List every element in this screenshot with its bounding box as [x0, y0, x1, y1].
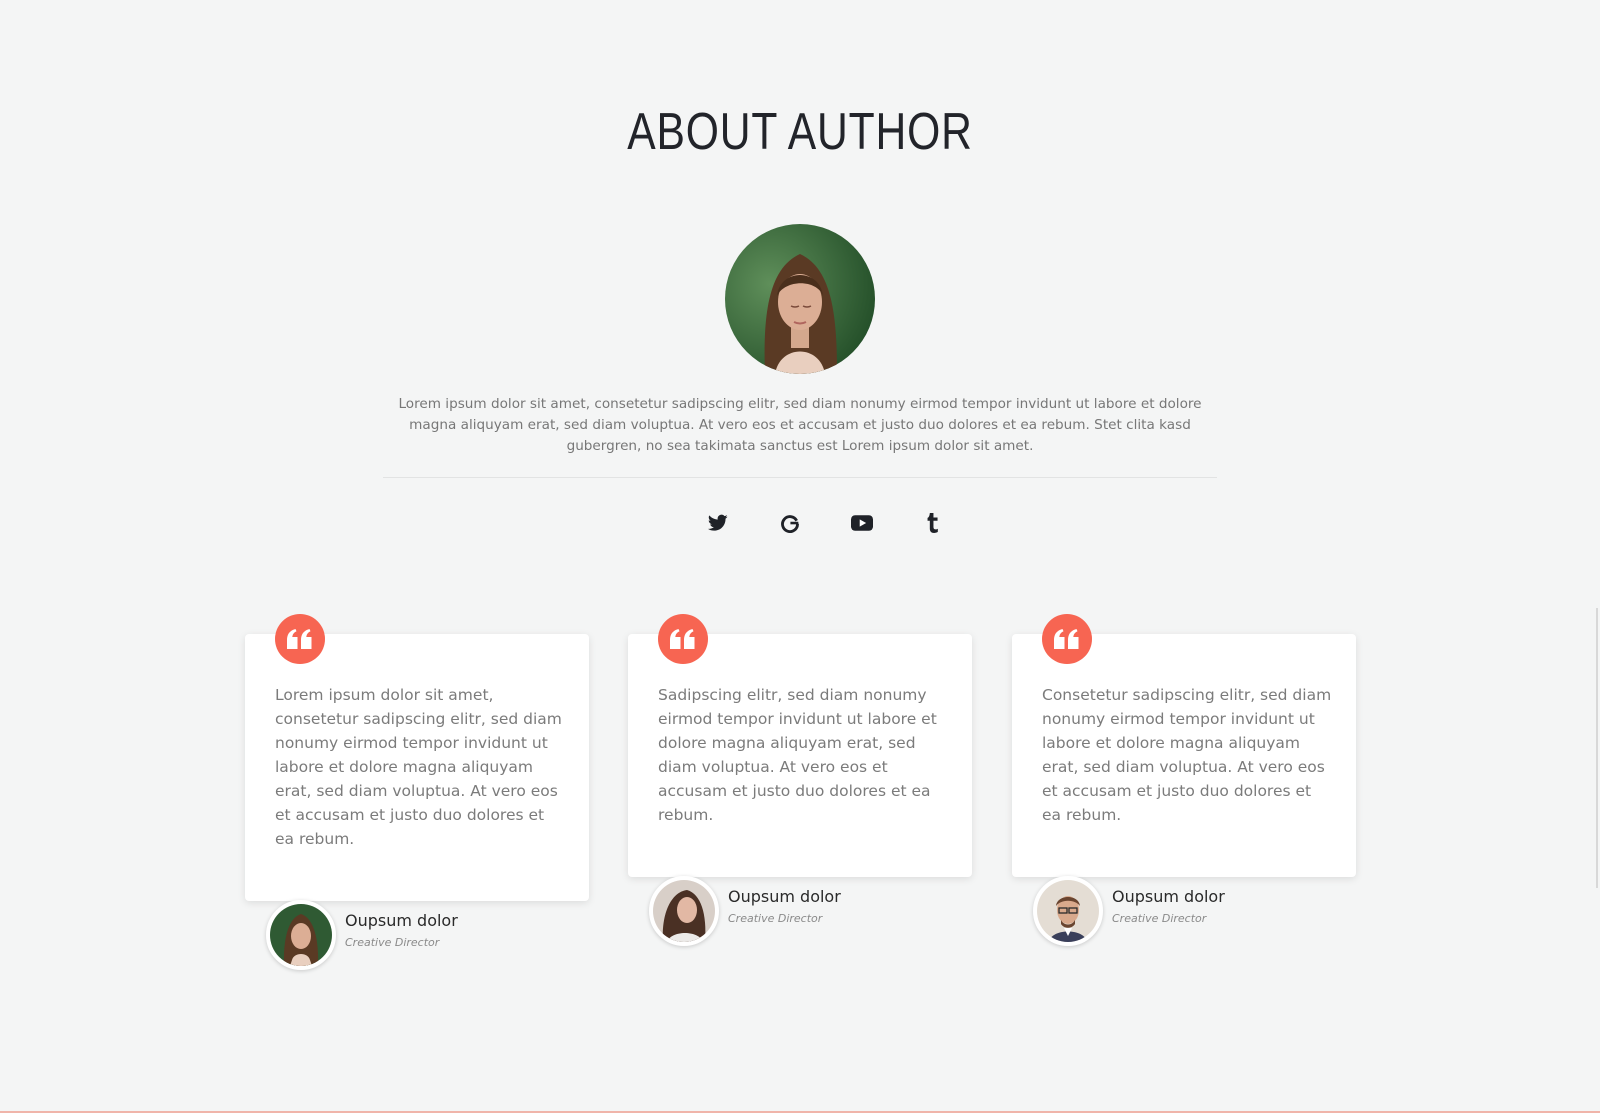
google-icon	[781, 515, 799, 533]
divider	[383, 477, 1217, 478]
quote-icon	[658, 614, 708, 664]
google-link[interactable]	[777, 510, 803, 536]
youtube-link[interactable]	[849, 510, 875, 536]
testimonial-text: Sadipscing elitr, sed diam nonumy eirmod…	[658, 686, 937, 824]
person-role: Creative Director	[728, 912, 823, 925]
tumblr-icon	[927, 513, 938, 533]
person-role: Creative Director	[1112, 912, 1207, 925]
quote-icon	[275, 614, 325, 664]
section-title: ABOUT AUTHOR	[627, 103, 973, 161]
scrollbar[interactable]	[1596, 608, 1598, 888]
person-role: Creative Director	[345, 936, 440, 949]
avatar	[1033, 876, 1103, 946]
testimonial-text: Consetetur sadipscing elitr, sed diam no…	[1042, 686, 1332, 824]
person-name: Oupsum dolor	[728, 887, 841, 906]
author-photo	[725, 224, 875, 374]
tumblr-link[interactable]	[920, 510, 946, 536]
author-bio: Lorem ipsum dolor sit amet, consetetur s…	[398, 396, 1202, 454]
quote-icon	[1042, 614, 1092, 664]
person-name: Oupsum dolor	[345, 911, 458, 930]
person-name: Oupsum dolor	[1112, 887, 1225, 906]
testimonial-text: Lorem ipsum dolor sit amet, consetetur s…	[275, 686, 562, 848]
avatar	[266, 900, 336, 970]
avatar	[649, 876, 719, 946]
youtube-icon	[851, 515, 873, 531]
twitter-link[interactable]	[705, 510, 731, 536]
twitter-icon	[708, 514, 728, 531]
